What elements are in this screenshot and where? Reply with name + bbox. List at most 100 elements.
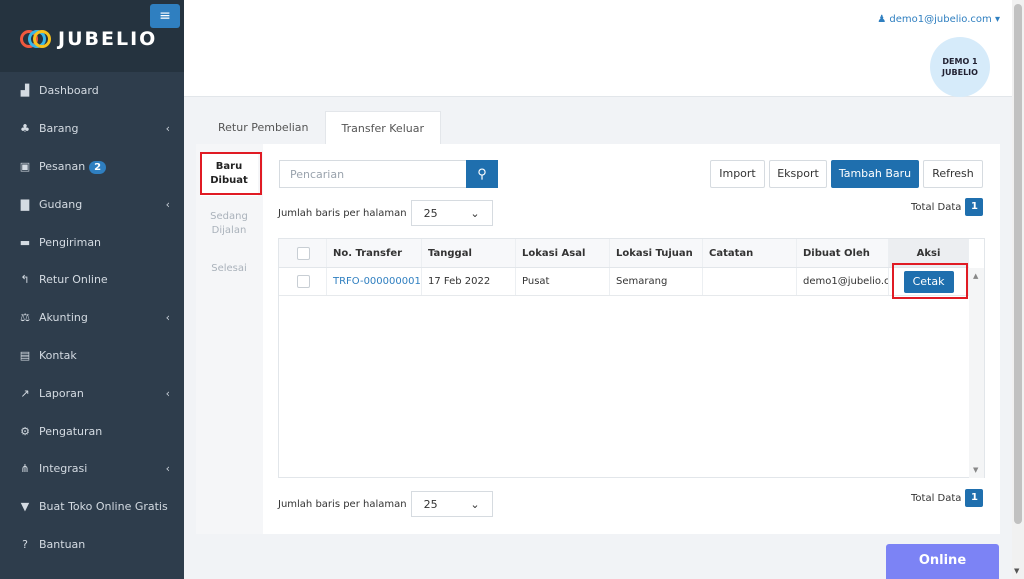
col-tanggal[interactable]: Tanggal: [422, 239, 516, 267]
sitemap-icon: ⋔: [20, 462, 30, 476]
sidebar-item-buat-toko[interactable]: ▼ Buat Toko Online Gratis: [0, 488, 184, 526]
user-email: demo1@jubelio.com: [889, 14, 992, 25]
subnav-selesai[interactable]: Selesai: [200, 262, 258, 276]
tab-retur-pembelian[interactable]: Retur Pembelian: [202, 111, 325, 144]
chevron-down-icon: ⌄: [470, 497, 480, 511]
add-new-button[interactable]: Tambah Baru: [831, 160, 919, 188]
total-data-label: Total Data: [911, 201, 962, 213]
count-badge: 2: [89, 160, 107, 174]
tab-transfer-keluar[interactable]: Transfer Keluar: [324, 111, 441, 144]
table-scrollbar[interactable]: ▲ ▼: [969, 268, 984, 478]
highlight-box-subnav: [200, 152, 262, 195]
user-icon: ♟: [877, 14, 887, 25]
sidebar-item-laporan[interactable]: ↗ Laporan ‹: [0, 374, 184, 412]
select-all-cell: [279, 239, 327, 267]
scroll-down-arrow-icon[interactable]: ▼: [1014, 567, 1019, 575]
select-all-checkbox[interactable]: [297, 246, 310, 260]
sidebar-item-label: Pengiriman: [39, 235, 102, 249]
row-checkbox[interactable]: [297, 275, 310, 288]
online-chat-button[interactable]: Online: [886, 544, 999, 579]
sidebar-item-pesanan[interactable]: ▣ Pesanan 2: [0, 148, 184, 186]
search-icon: ⚲: [477, 166, 487, 181]
cogs-icon: ⚙: [20, 424, 30, 438]
hamburger-menu-icon[interactable]: ≡: [150, 4, 180, 28]
total-data-count: 1: [965, 489, 984, 507]
transfer-table: No. Transfer Tanggal Lokasi Asal Lokasi …: [278, 238, 985, 478]
sidebar-item-akunting[interactable]: ⚖ Akunting ‹: [0, 299, 184, 337]
sidebar-item-dashboard[interactable]: ▟ Dashboard: [0, 72, 184, 110]
rows-per-page-bottom: Jumlah baris per halaman 25 ⌄: [278, 491, 493, 517]
sidebar-item-label: Kontak: [39, 348, 77, 362]
top-header: ♟ demo1@jubelio.com ▾ DEMO 1 JUBELIO: [184, 0, 1012, 97]
sidebar-item-barang[interactable]: ♣ Barang ‹: [0, 110, 184, 148]
import-button[interactable]: Import: [710, 160, 765, 188]
total-data-bottom: Total Data 1: [911, 489, 984, 507]
chevron-left-icon: ‹: [165, 311, 170, 325]
subnav-sedang-dijalan[interactable]: Sedang Dijalan: [200, 210, 258, 238]
cell-lokasi-tujuan: Semarang: [610, 268, 703, 295]
scale-icon: ⚖: [20, 311, 30, 325]
sidebar-item-label: Pengaturan: [39, 424, 103, 438]
col-dibuat-oleh[interactable]: Dibuat Oleh: [797, 239, 889, 267]
col-lokasi-tujuan[interactable]: Lokasi Tujuan: [610, 239, 703, 267]
export-button[interactable]: Eksport: [769, 160, 827, 188]
avatar[interactable]: DEMO 1 JUBELIO: [930, 37, 990, 97]
col-catatan[interactable]: Catatan: [703, 239, 797, 267]
sidebar-item-integrasi[interactable]: ⋔ Integrasi ‹: [0, 450, 184, 488]
table-row[interactable]: TRFO-000000001 17 Feb 2022 Pusat Semaran…: [279, 268, 969, 296]
sidebar-item-bantuan[interactable]: ? Bantuan: [0, 526, 184, 564]
row-select-cell: [279, 268, 327, 295]
cart-icon: ▼: [20, 500, 30, 514]
sidebar-item-gudang[interactable]: ▇ Gudang ‹: [0, 185, 184, 223]
caret-down-icon: ▾: [994, 14, 1000, 25]
sidebar-item-label: Integrasi: [39, 462, 88, 476]
sidebar-item-label: Laporan: [39, 386, 84, 400]
sidebar: JUBELIO ≡ ▟ Dashboard ♣ Barang ‹ ▣ Pesan…: [0, 0, 184, 579]
reply-icon: ↰: [20, 273, 30, 287]
chart-icon: ▟: [20, 84, 30, 98]
sidebar-item-pengaturan[interactable]: ⚙ Pengaturan: [0, 412, 184, 450]
building-icon: ▇: [20, 197, 30, 211]
refresh-button[interactable]: Refresh: [923, 160, 983, 188]
col-lokasi-asal[interactable]: Lokasi Asal: [516, 239, 610, 267]
sidebar-item-pengiriman[interactable]: ▬ Pengiriman: [0, 223, 184, 261]
rows-per-page-value: 25: [423, 497, 438, 511]
search-button[interactable]: ⚲: [466, 160, 498, 188]
subnav-label: Sedang: [210, 211, 248, 222]
scroll-up-arrow-icon[interactable]: ▲: [973, 272, 978, 280]
line-chart-icon: ↗: [20, 386, 30, 400]
highlight-box-cetak: [892, 263, 968, 299]
user-menu[interactable]: ♟ demo1@jubelio.com ▾: [877, 14, 1000, 25]
scroll-down-arrow-icon[interactable]: ▼: [973, 466, 978, 474]
rows-per-page-label: Jumlah baris per halaman: [278, 498, 407, 510]
status-subnav-bg: [196, 144, 263, 534]
boxes-icon: ♣: [20, 122, 30, 136]
total-data-count: 1: [965, 198, 984, 216]
table-header: No. Transfer Tanggal Lokasi Asal Lokasi …: [279, 239, 969, 268]
sidebar-item-label: Gudang: [39, 197, 83, 211]
search-input[interactable]: [279, 160, 466, 188]
sidebar-item-retur-online[interactable]: ↰ Retur Online: [0, 261, 184, 299]
sidebar-brand: JUBELIO ≡: [0, 0, 184, 72]
col-no-transfer[interactable]: No. Transfer: [327, 239, 422, 267]
brand-name: JUBELIO: [58, 28, 158, 50]
cell-tanggal: 17 Feb 2022: [422, 268, 516, 295]
sidebar-item-kontak[interactable]: ▤ Kontak: [0, 337, 184, 375]
cell-no-transfer[interactable]: TRFO-000000001: [327, 268, 422, 295]
search-bar: ⚲: [279, 160, 498, 188]
logo[interactable]: JUBELIO: [20, 28, 157, 50]
chevron-left-icon: ‹: [165, 386, 170, 400]
sidebar-item-label: Pesanan: [39, 159, 86, 173]
rows-per-page-label: Jumlah baris per halaman: [278, 207, 407, 219]
sidebar-nav: ▟ Dashboard ♣ Barang ‹ ▣ Pesanan 2 ▇ Guda…: [0, 72, 184, 563]
rows-per-page-value: 25: [423, 206, 438, 220]
cell-lokasi-asal: Pusat: [516, 268, 610, 295]
scrollbar-thumb[interactable]: [1014, 4, 1022, 524]
question-icon: ?: [22, 537, 28, 551]
page-scrollbar[interactable]: ▼: [1012, 0, 1024, 579]
rows-per-page-select[interactable]: 25 ⌄: [410, 200, 493, 226]
rows-per-page-select[interactable]: 25 ⌄: [410, 491, 493, 517]
truck-icon: ▬: [19, 235, 31, 249]
logo-mark-icon: [20, 28, 52, 50]
basket-icon: ▣: [19, 159, 31, 173]
